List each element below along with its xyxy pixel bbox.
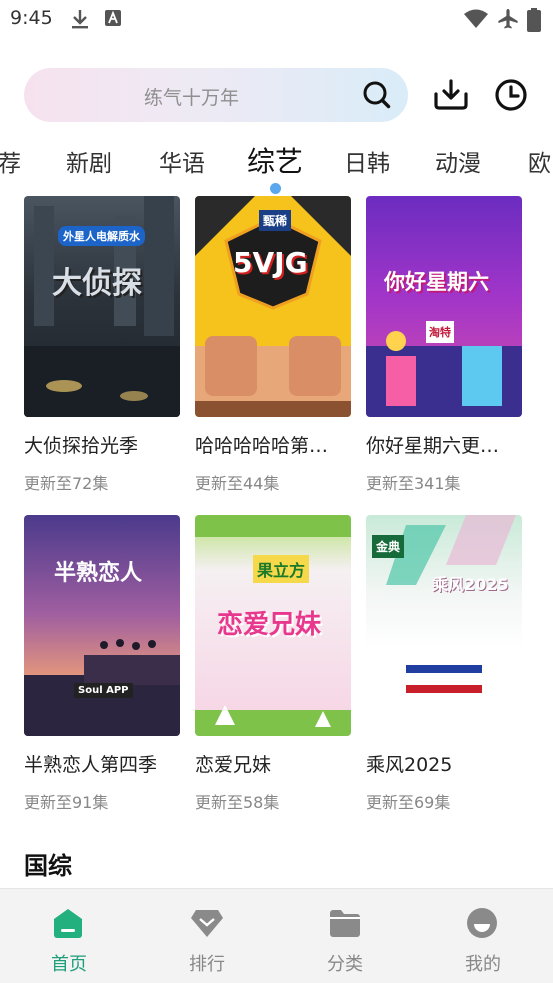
- show-poster[interactable]: 半熟恋人 Soul APP: [24, 515, 180, 736]
- search-bar[interactable]: 练气十万年: [24, 68, 408, 122]
- poster-title-art: 恋爱兄妹: [217, 610, 322, 640]
- tab-variety[interactable]: 综艺: [247, 140, 303, 180]
- tab-japan-korea[interactable]: 日韩: [344, 144, 390, 178]
- nav-category[interactable]: 分类: [276, 889, 414, 983]
- poster-badge: 淘特: [426, 321, 454, 343]
- tab-western[interactable]: 欧: [528, 144, 551, 178]
- tab-new-drama[interactable]: 新剧: [66, 144, 112, 178]
- active-tab-indicator: [270, 183, 281, 194]
- poster-badge: 果立方: [253, 555, 310, 583]
- show-episode-status: 更新至72集: [24, 474, 109, 493]
- poster-title-art: 你好星期六: [384, 270, 489, 294]
- show-episode-status: 更新至91集: [24, 793, 109, 812]
- show-episode-status: 更新至69集: [366, 793, 451, 812]
- folder-icon[interactable]: [328, 907, 362, 943]
- tab-anime[interactable]: 动漫: [435, 144, 481, 178]
- show-title: 哈哈哈哈哈第…: [195, 435, 329, 457]
- nav-profile[interactable]: 我的: [414, 889, 552, 983]
- show-title: 恋爱兄妹: [195, 754, 272, 776]
- battery-icon: [527, 8, 541, 36]
- show-episode-status: 更新至58集: [195, 793, 280, 812]
- nav-home-label: 首页: [51, 954, 87, 975]
- bottom-navigation: 首页 排行 分类 我的: [0, 888, 553, 983]
- poster-title-art: 半熟恋人: [54, 561, 143, 586]
- tab-chinese[interactable]: 华语: [159, 144, 205, 178]
- nav-category-label: 分类: [327, 954, 363, 975]
- poster-badge: 甄稀: [259, 210, 292, 231]
- tab-recommend[interactable]: 荐: [0, 144, 21, 178]
- wifi-icon: [463, 8, 489, 34]
- nav-profile-label: 我的: [465, 954, 501, 975]
- show-episode-status: 更新至341集: [366, 474, 461, 493]
- home-icon[interactable]: [52, 907, 84, 943]
- poster-title-art: 大侦探: [52, 266, 142, 301]
- search-input[interactable]: 练气十万年: [144, 83, 239, 110]
- poster-badge: 外星人电解质水: [58, 226, 145, 246]
- show-card[interactable]: 外星人电解质水 大侦探 大侦探拾光季 更新至72集: [24, 196, 180, 494]
- show-poster[interactable]: 金典 乘风2025: [366, 515, 522, 736]
- poster-title-art: 5VJG: [233, 246, 308, 279]
- profile-icon[interactable]: [466, 907, 498, 943]
- status-time: 9:45: [10, 7, 53, 29]
- show-title: 大侦探拾光季: [24, 435, 139, 457]
- nav-ranking-label: 排行: [189, 954, 225, 975]
- search-row: 练气十万年: [0, 68, 553, 124]
- show-poster[interactable]: 果立方 恋爱兄妹: [195, 515, 351, 736]
- show-title: 半熟恋人第四季: [24, 754, 158, 776]
- poster-badge: Soul APP: [74, 683, 133, 698]
- show-episode-status: 更新至44集: [195, 474, 280, 493]
- show-card[interactable]: 果立方 恋爱兄妹 恋爱兄妹 更新至58集: [195, 515, 351, 813]
- nav-home[interactable]: 首页: [0, 889, 138, 983]
- show-title: 乘风2025: [366, 754, 453, 776]
- poster-title-art: 乘风2025: [432, 575, 509, 594]
- download-icon[interactable]: [433, 78, 469, 116]
- ranking-icon[interactable]: [190, 907, 224, 943]
- show-poster[interactable]: 甄稀 5VJG: [195, 196, 351, 417]
- show-card[interactable]: 你好星期六 淘特 你好星期六更… 更新至341集: [366, 196, 522, 494]
- airplane-mode-icon: [497, 8, 519, 34]
- status-bar: 9:45: [0, 0, 553, 38]
- show-card[interactable]: 半熟恋人 Soul APP 半熟恋人第四季 更新至91集: [24, 515, 180, 813]
- font-status-icon: [104, 8, 122, 32]
- section-title: 国综: [24, 852, 72, 880]
- show-card[interactable]: 金典 乘风2025 乘风2025 更新至69集: [366, 515, 522, 813]
- search-icon[interactable]: [362, 80, 392, 114]
- show-poster[interactable]: 外星人电解质水 大侦探: [24, 196, 180, 417]
- show-card[interactable]: 甄稀 5VJG 哈哈哈哈哈第… 更新至44集: [195, 196, 351, 494]
- poster-badge: 金典: [372, 535, 405, 558]
- download-status-icon: [70, 8, 90, 34]
- show-title: 你好星期六更…: [366, 435, 500, 457]
- category-tabs: 荐 新剧 华语 综艺 日韩 动漫 欧: [0, 138, 553, 196]
- nav-ranking[interactable]: 排行: [138, 889, 276, 983]
- history-clock-icon[interactable]: [494, 78, 528, 116]
- show-poster[interactable]: 你好星期六 淘特: [366, 196, 522, 417]
